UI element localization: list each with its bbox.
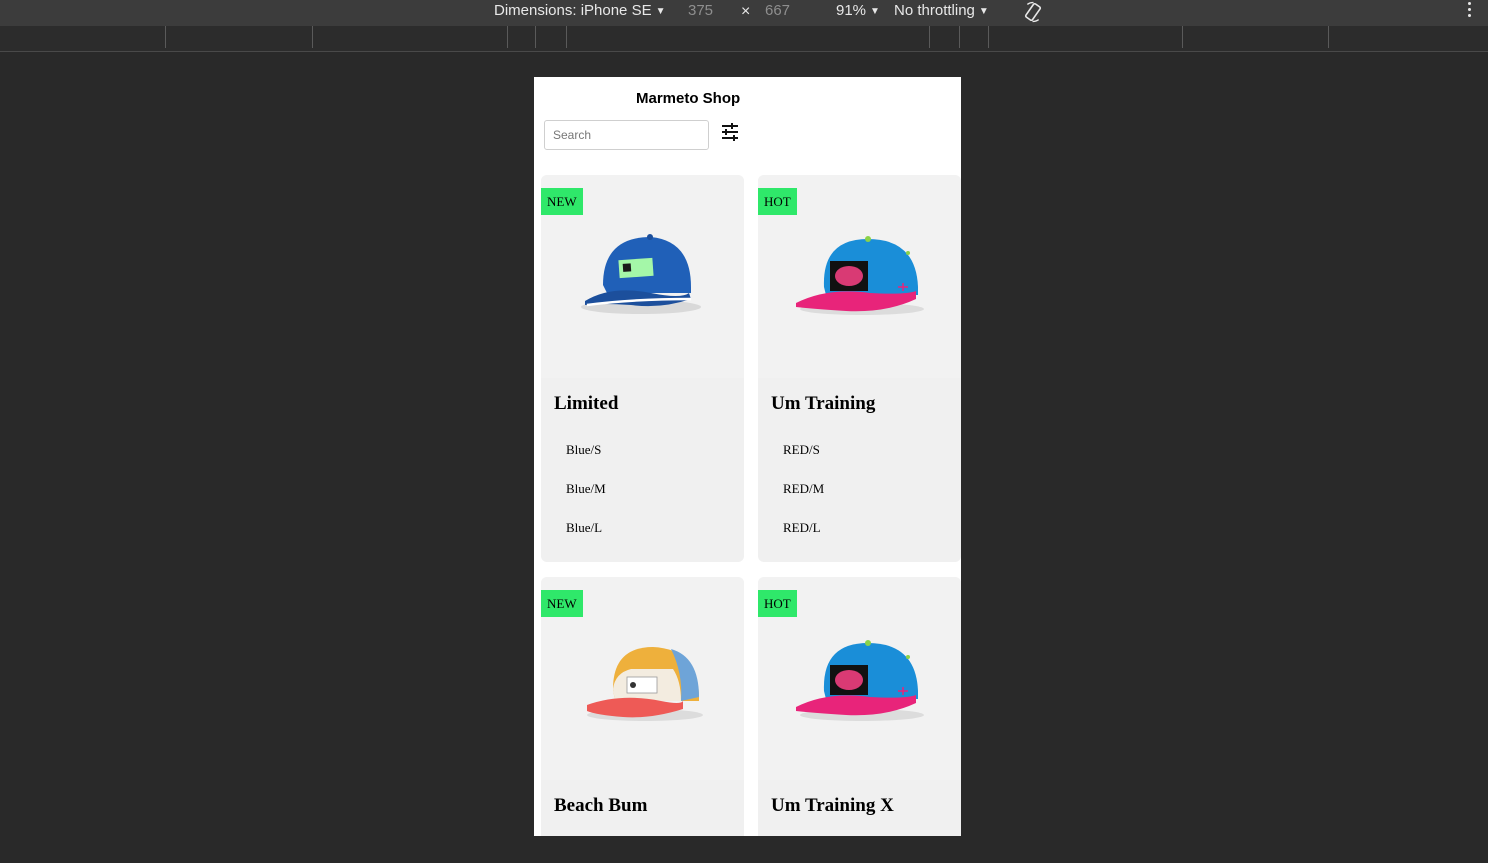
throttling-label: No throttling (894, 2, 975, 19)
product-name: Limited (554, 393, 619, 414)
variant-option[interactable]: Blue/M (566, 481, 606, 520)
rotate-icon[interactable] (1021, 0, 1045, 23)
width-input[interactable]: 375 (688, 1, 713, 23)
variant-list: RED/S RED/M RED/L (783, 442, 824, 559)
media-query-divider (566, 26, 567, 48)
media-query-bar (0, 26, 1488, 52)
media-query-divider (1328, 26, 1329, 48)
media-query-divider (535, 26, 536, 48)
rotate-icon-svg (1024, 1, 1042, 23)
variant-list: Blue/S Blue/M Blue/L (566, 442, 606, 559)
devtools-device-toolbar: Dimensions: iPhone SE ▼ 375 × 667 91% ▼ No… (0, 0, 1488, 26)
status-badge: NEW (541, 188, 583, 215)
media-query-divider (165, 26, 166, 48)
zoom-select[interactable]: 91% ▼ (836, 1, 880, 23)
product-name: Um Training (771, 393, 876, 414)
close-icon: × (741, 3, 751, 20)
product-name: Beach Bum (554, 795, 648, 816)
page-title: Marmeto Shop (636, 90, 741, 107)
variant-option[interactable]: Blue/S (566, 442, 606, 481)
media-query-divider (988, 26, 989, 48)
device-select-label: Dimensions: iPhone SE (494, 2, 652, 19)
variant-option[interactable]: RED/L (783, 520, 824, 559)
status-badge: HOT (758, 590, 797, 617)
device-viewport: Marmeto Shop NEW Limited Blue/S Blue/M (534, 77, 961, 836)
product-card[interactable]: HOT Um Training RED/S RED/M RED/L (758, 175, 961, 562)
product-name: Um Training X (771, 795, 894, 816)
more-options-icon[interactable] (1468, 2, 1472, 20)
height-input[interactable]: 667 (765, 1, 790, 23)
variant-option[interactable]: Blue/L (566, 520, 606, 559)
chevron-down-icon: ▼ (978, 6, 989, 17)
product-card[interactable]: HOT Um Training X (758, 577, 961, 836)
variant-option[interactable]: RED/M (783, 481, 824, 520)
device-select[interactable]: Dimensions: iPhone SE ▼ (494, 1, 666, 23)
variant-option[interactable]: RED/S (783, 442, 824, 481)
product-card[interactable]: NEW Beach Bum (541, 577, 744, 836)
media-query-divider (1182, 26, 1183, 48)
search-input[interactable] (544, 120, 709, 150)
chevron-down-icon: ▼ (655, 6, 666, 17)
media-query-divider (929, 26, 930, 48)
sliders-icon[interactable] (721, 123, 739, 141)
product-card[interactable]: NEW Limited Blue/S Blue/M Blue/L (541, 175, 744, 562)
media-query-divider (959, 26, 960, 48)
chevron-down-icon: ▼ (870, 6, 880, 17)
media-query-divider (312, 26, 313, 48)
status-badge: HOT (758, 188, 797, 215)
throttling-select[interactable]: No throttling ▼ (894, 1, 989, 23)
status-badge: NEW (541, 590, 583, 617)
media-query-divider (507, 26, 508, 48)
zoom-label: 91% (836, 2, 867, 19)
